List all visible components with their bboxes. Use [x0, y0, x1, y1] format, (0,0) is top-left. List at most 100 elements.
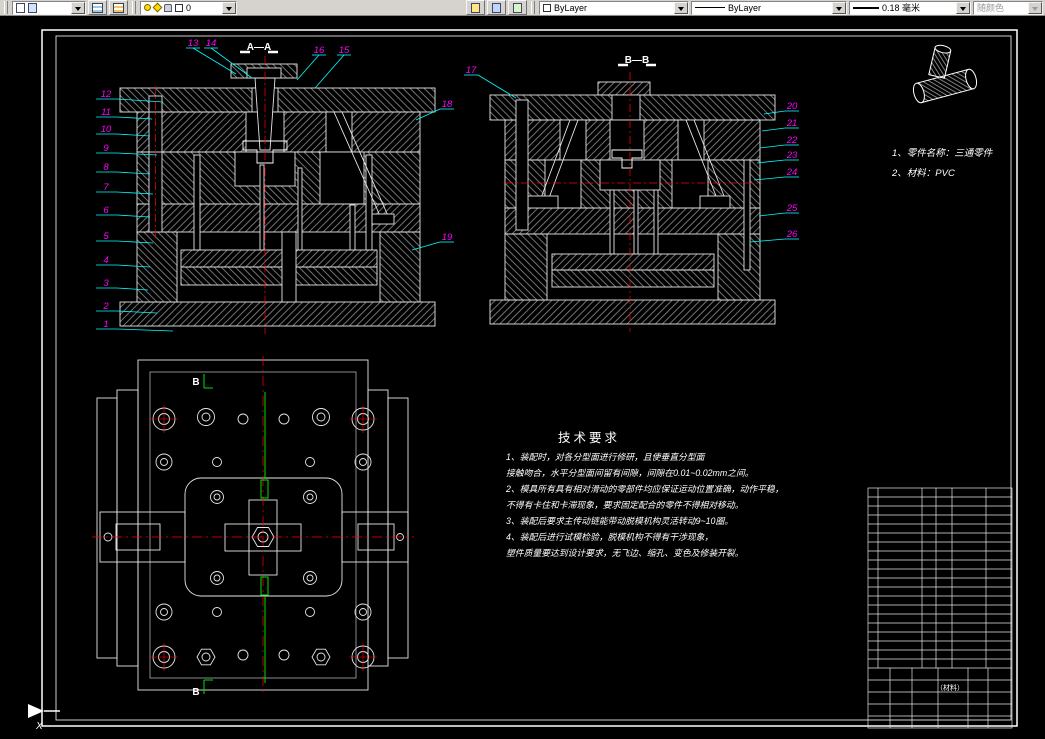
toolbar-grip-2[interactable]	[132, 1, 136, 14]
plan-section-label-top: B	[192, 377, 199, 388]
section-view-bb[interactable]	[490, 82, 775, 324]
tech-req-line-6: 4、装配后进行试模检验，脱模机构不得有干涉现象，	[506, 532, 713, 542]
layer-color-chip	[175, 4, 183, 12]
svg-text:18: 18	[442, 99, 453, 110]
style-combo-arrow[interactable]	[71, 2, 85, 14]
section-view-aa[interactable]	[120, 64, 435, 326]
part-note-2: 2、材料：PVC	[891, 168, 955, 179]
part-note-1: 1、零件名称：三通零件	[892, 147, 994, 159]
layer-states-button[interactable]	[109, 0, 128, 15]
layer-properties-icon	[92, 3, 103, 13]
linetype-combo[interactable]: ByLayer	[691, 1, 847, 15]
ucs-icon: X	[28, 704, 60, 732]
current-color: ByLayer	[554, 3, 587, 13]
tech-req-line-1: 1、装配时，对各分型面进行修研，且使垂直分型面	[506, 452, 707, 462]
svg-text:13: 13	[188, 38, 199, 49]
svg-text:6: 6	[103, 205, 109, 216]
plan-section-label-bottom: B	[192, 687, 199, 698]
svg-text:3: 3	[103, 278, 109, 289]
section-label-bb: B—B	[625, 55, 649, 66]
svg-text:12: 12	[101, 89, 112, 100]
tech-req-line-3: 2、模具所有具有相对滑动的零部件均应保证运动位置准确，动作平稳，	[505, 484, 784, 494]
callout-25: 25	[759, 203, 799, 216]
callout-17: 17	[464, 65, 516, 98]
toolbar-grip-3[interactable]	[531, 1, 535, 14]
plot-style-combo: 随颜色	[973, 1, 1043, 15]
style-table-icon	[28, 3, 37, 13]
svg-text:17: 17	[466, 65, 477, 76]
svg-text:16: 16	[314, 45, 325, 56]
svg-text:2: 2	[102, 301, 109, 312]
callout-22: 22	[760, 135, 799, 148]
svg-text:24: 24	[786, 167, 798, 178]
tech-req-line-4: 不得有卡住和卡滞现象，要求固定配合的零件不得相对移动。	[506, 500, 744, 510]
plot-style-combo-arrow	[1028, 2, 1042, 14]
callout-16: 16	[297, 45, 326, 80]
svg-text:10: 10	[101, 124, 112, 135]
layer-previous-icon	[513, 3, 522, 13]
svg-text:21: 21	[786, 118, 798, 129]
current-plot-style: 随颜色	[977, 1, 1004, 14]
current-linetype: ByLayer	[728, 3, 761, 13]
layer-combo-arrow[interactable]	[222, 2, 236, 14]
svg-text:5: 5	[103, 231, 109, 242]
tech-requirements-title: 技术要求	[558, 431, 620, 445]
tech-req-line-2: 接触吻合，水平分型面间留有间隙，间隙在0.01~0.02mm之间。	[506, 468, 754, 478]
make-layer-current-icon	[471, 3, 480, 13]
svg-text:8: 8	[103, 162, 109, 173]
lineweight-combo[interactable]: 0.18 毫米	[849, 1, 971, 15]
make-layer-current-button[interactable]	[466, 0, 485, 15]
tech-requirements: 技术要求 1、装配时，对各分型面进行修研，且使垂直分型面 接触吻合，水平分型面间…	[505, 431, 784, 558]
svg-text:1: 1	[103, 319, 108, 330]
layer-previous-button[interactable]	[508, 0, 527, 15]
current-layer-name: 0	[186, 3, 191, 13]
style-sheet-icon	[16, 3, 25, 13]
style-combo[interactable]	[12, 1, 86, 15]
iso-part-view[interactable]	[903, 36, 979, 104]
svg-text:9: 9	[103, 143, 109, 154]
layer-states-icon	[113, 3, 124, 13]
callout-23: 23	[757, 150, 799, 163]
update-layer-button[interactable]	[487, 0, 506, 15]
svg-text:7: 7	[103, 182, 109, 193]
section-line-b	[204, 374, 268, 694]
toolbar: 0 ByLayer ByLayer 0.18 毫米 随颜色	[0, 0, 1045, 16]
model-space[interactable]: A—A	[0, 16, 1045, 739]
sun-icon[interactable]	[153, 3, 163, 13]
layer-properties-button[interactable]	[88, 0, 107, 15]
tech-req-line-5: 3、装配后要求主传动链能带动脱模机构灵活转动9~10圈。	[506, 516, 733, 526]
lineweight-combo-arrow[interactable]	[956, 2, 970, 14]
svg-text:26: 26	[786, 229, 798, 240]
svg-text:25: 25	[786, 203, 798, 214]
autocad-window: 0 ByLayer ByLayer 0.18 毫米 随颜色	[0, 0, 1045, 739]
layer-combo[interactable]: 0	[140, 1, 237, 15]
svg-text:20: 20	[786, 101, 798, 112]
linetype-combo-arrow[interactable]	[832, 2, 846, 14]
centerlines-plan	[92, 356, 414, 694]
plan-view[interactable]	[97, 360, 408, 690]
svg-text:15: 15	[339, 45, 350, 56]
bulb-icon[interactable]	[144, 4, 151, 11]
toolbar-grip[interactable]	[4, 1, 8, 14]
section-label-aa: A—A	[247, 42, 271, 53]
svg-text:23: 23	[786, 150, 798, 161]
svg-text:19: 19	[442, 232, 453, 243]
lineweight-sample	[853, 7, 879, 9]
drawing-svg[interactable]: A—A	[0, 16, 1045, 739]
ucs-x-label: X	[35, 721, 43, 732]
material-cell-label: （材料）	[936, 683, 964, 692]
svg-text:4: 4	[103, 255, 108, 266]
callout-24: 24	[754, 167, 799, 180]
color-combo-arrow[interactable]	[674, 2, 688, 14]
lock-icon[interactable]	[164, 4, 172, 12]
update-layer-icon	[492, 3, 501, 13]
current-lineweight: 0.18 毫米	[882, 1, 920, 14]
title-block	[868, 488, 1012, 728]
current-color-chip	[543, 4, 551, 12]
linetype-sample	[695, 7, 725, 8]
color-combo[interactable]: ByLayer	[539, 1, 689, 15]
svg-text:11: 11	[101, 107, 111, 118]
svg-text:22: 22	[786, 135, 798, 146]
svg-text:14: 14	[206, 38, 217, 49]
tech-req-line-7: 塑件质量要达到设计要求，无飞边、缩孔、变色及修装开裂。	[506, 548, 744, 558]
